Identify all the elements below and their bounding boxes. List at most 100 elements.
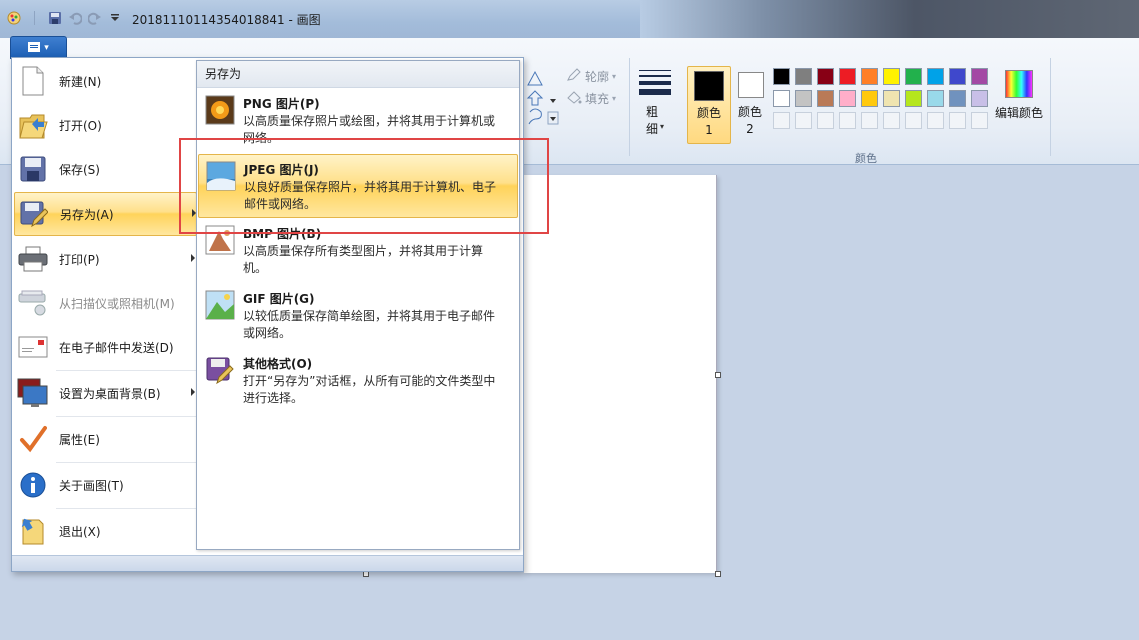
save-as-item-description: 打开“另存为”对话框，从所有可能的文件类型中进行选择。 [243, 374, 496, 405]
menu-item-exit[interactable]: 退出(X) [14, 510, 195, 552]
window-title: 20181110114354018841 - 画图 [132, 13, 321, 27]
menu-item-label: 属性(E) [59, 432, 100, 447]
canvas-resize-handle-right[interactable] [715, 372, 721, 378]
palette-custom-color-slot[interactable] [927, 112, 944, 129]
palette-color-swatch[interactable] [795, 90, 812, 107]
palette-color-swatch[interactable] [883, 68, 900, 85]
palette-custom-color-slot[interactable] [949, 112, 966, 129]
size-button[interactable]: 粗细 ▾ [636, 68, 676, 138]
fill-label: 填充 [585, 91, 610, 106]
menu-item-save-as[interactable]: 另存为(A) [14, 192, 197, 236]
shapes-gallery[interactable] [524, 68, 560, 134]
save-as-gif[interactable]: GIF 图片(G) 以较低质量保存简单绘图，并将其用于电子邮件或网络。 [198, 284, 516, 346]
color1-label: 颜色 1 [696, 106, 721, 137]
other-format-icon [205, 355, 237, 387]
palette-color-swatch[interactable] [905, 90, 922, 107]
outline-chevron-down-icon: ▾ [612, 71, 617, 81]
palette-custom-color-slot[interactable] [971, 112, 988, 129]
size-label: 粗细 [646, 105, 659, 136]
palette-color-swatch[interactable] [949, 90, 966, 107]
menu-item-save[interactable]: 保存(S) [14, 148, 195, 190]
palette-color-swatch[interactable] [817, 90, 834, 107]
color-palette [773, 68, 993, 132]
palette-color-swatch[interactable] [927, 68, 944, 85]
checkmark-icon [17, 423, 49, 455]
file-menu-list: 新建(N) 打开(O) 保存(S) 另存为(A) 打印(P) 从扫描仪或照相机(… [12, 58, 197, 556]
submenu-arrow-icon [191, 388, 195, 396]
palette-color-swatch[interactable] [883, 90, 900, 107]
save-as-submenu: 另存为 PNG 图片(P) 以高质量保存照片或绘图，并将其用于计算机或网络。 J… [196, 60, 520, 550]
menu-item-set-desktop-bg[interactable]: 设置为桌面背景(B) [14, 372, 195, 414]
menu-separator [56, 416, 196, 417]
palette-color-swatch[interactable] [927, 90, 944, 107]
exit-icon [17, 515, 49, 547]
menu-item-print[interactable]: 打印(P) [14, 238, 195, 280]
palette-color-swatch[interactable] [861, 90, 878, 107]
size-chevron-down-icon: ▾ [660, 122, 665, 131]
edit-colors-button[interactable]: 编辑颜色 [993, 68, 1045, 128]
fill-button[interactable]: 填充 ▾ [566, 90, 626, 106]
qat-undo-icon[interactable] [67, 10, 83, 26]
highlight-annotation-box [179, 138, 549, 234]
save-as-item-title: 其他格式(O) [243, 357, 313, 371]
menu-separator [56, 370, 196, 371]
color2-button[interactable]: 颜色 2 [731, 66, 771, 142]
menu-item-open[interactable]: 打开(O) [14, 104, 195, 146]
save-as-item-title: PNG 图片(P) [243, 97, 320, 111]
drawing-canvas[interactable] [524, 175, 717, 573]
menu-item-send-email[interactable]: 在电子邮件中发送(D) [14, 326, 195, 368]
palette-custom-color-slot[interactable] [883, 112, 900, 129]
palette-custom-color-slot[interactable] [905, 112, 922, 129]
palette-custom-color-slot[interactable] [839, 112, 856, 129]
ribbon-divider [1050, 58, 1051, 156]
png-image-icon [205, 95, 237, 127]
info-icon [17, 469, 49, 501]
menu-separator [56, 508, 196, 509]
save-as-other-format[interactable]: 其他格式(O) 打开“另存为”对话框，从所有可能的文件类型中进行选择。 [198, 349, 516, 411]
color1-button[interactable]: 颜色 1 [687, 66, 731, 144]
title-bar: 20181110114354018841 - 画图 [0, 0, 1139, 39]
color1-swatch [694, 71, 724, 101]
palette-color-swatch[interactable] [773, 68, 790, 85]
palette-color-swatch[interactable] [839, 68, 856, 85]
palette-color-swatch[interactable] [905, 68, 922, 85]
palette-color-swatch[interactable] [773, 90, 790, 107]
edit-colors-label: 编辑颜色 [994, 106, 1043, 120]
qat-redo-icon[interactable] [87, 10, 103, 26]
palette-custom-color-slot[interactable] [795, 112, 812, 129]
canvas-resize-handle-corner[interactable] [715, 571, 721, 577]
menu-chevron-down-icon: ▾ [44, 42, 49, 53]
palette-custom-color-slot[interactable] [861, 112, 878, 129]
menu-item-about[interactable]: 关于画图(T) [14, 464, 195, 506]
printer-icon [17, 243, 49, 275]
scanner-icon [17, 287, 49, 319]
menu-item-properties[interactable]: 属性(E) [14, 418, 195, 460]
palette-custom-color-slot[interactable] [817, 112, 834, 129]
qat-customize-chevron-down-icon[interactable] [107, 10, 123, 26]
quick-access-toolbar [6, 10, 123, 26]
palette-color-swatch[interactable] [839, 90, 856, 107]
palette-color-swatch[interactable] [861, 68, 878, 85]
palette-color-swatch[interactable] [971, 68, 988, 85]
outline-button[interactable]: 轮廓 ▾ [566, 67, 626, 84]
qat-save-icon[interactable] [47, 10, 63, 26]
paint-menu-button[interactable]: ▾ [10, 36, 67, 59]
palette-color-swatch[interactable] [949, 68, 966, 85]
title-bar-background [640, 0, 1139, 38]
palette-custom-color-slot[interactable] [773, 112, 790, 129]
color2-swatch [738, 72, 764, 98]
palette-color-swatch[interactable] [795, 68, 812, 85]
menu-item-label: 打印(P) [59, 252, 100, 267]
save-as-icon [18, 198, 50, 230]
paint-bucket-icon [566, 90, 582, 107]
desktop-icon [17, 377, 49, 409]
submenu-arrow-icon [191, 254, 195, 262]
palette-color-swatch[interactable] [971, 90, 988, 107]
menu-item-label: 另存为(A) [60, 207, 114, 222]
paint-app-icon[interactable] [6, 10, 22, 26]
menu-item-label: 新建(N) [59, 74, 102, 89]
color-spectrum-icon [1005, 70, 1033, 98]
menu-item-new[interactable]: 新建(N) [14, 60, 195, 102]
palette-color-swatch[interactable] [817, 68, 834, 85]
save-as-item-description: 以高质量保存所有类型图片，并将其用于计算机。 [243, 244, 484, 275]
